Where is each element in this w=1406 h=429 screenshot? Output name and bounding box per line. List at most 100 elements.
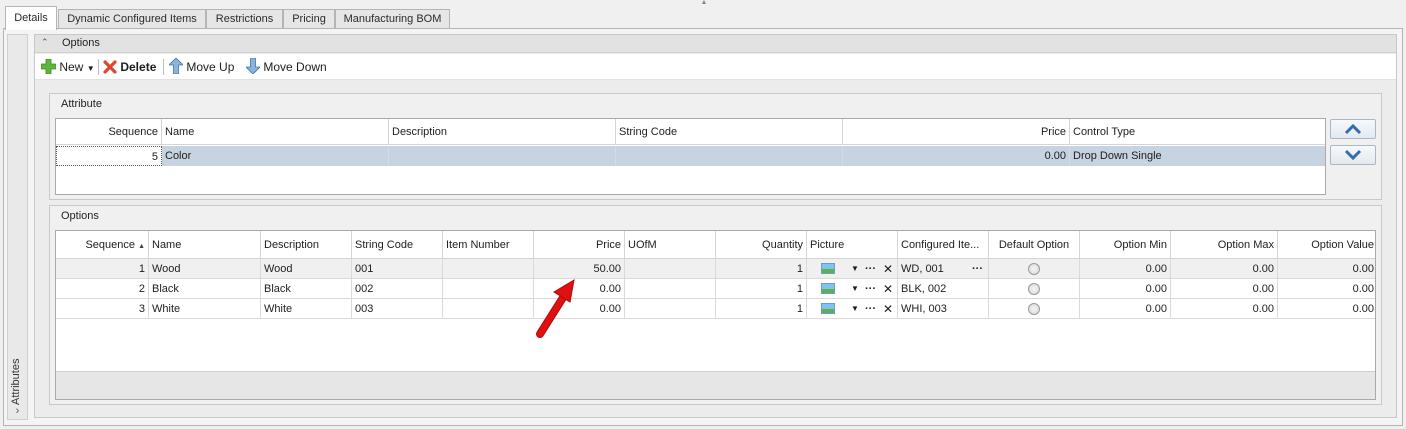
dropdown-arrow-icon[interactable]: ▼: [851, 259, 859, 278]
cell-sequence[interactable]: 1: [56, 259, 149, 278]
cell-price[interactable]: 0.00: [843, 146, 1070, 166]
col-option-value[interactable]: Option Value: [1278, 231, 1375, 258]
cell-sequence[interactable]: 5: [56, 146, 162, 166]
ellipsis-icon[interactable]: ···: [865, 299, 876, 318]
col-picture[interactable]: Picture: [807, 231, 898, 258]
cell-string-code[interactable]: [616, 146, 843, 166]
cell-name[interactable]: Color: [162, 146, 389, 166]
cell-configured-item[interactable]: WHI, 003: [898, 299, 989, 318]
cell-item-number[interactable]: [443, 279, 534, 298]
cell-control-type[interactable]: Drop Down Single: [1070, 146, 1325, 166]
table-row[interactable]: 5 Color 0.00 Drop Down Single: [56, 146, 1325, 166]
cell-option-max[interactable]: 0.00: [1171, 299, 1278, 318]
col-sequence[interactable]: Sequence ▲: [56, 231, 149, 258]
cell-option-value[interactable]: 0.00: [1278, 259, 1375, 278]
cell-quantity[interactable]: 1: [716, 259, 807, 278]
default-option-radio[interactable]: [1028, 263, 1040, 275]
cell-uofm[interactable]: [625, 299, 716, 318]
tab-pricing[interactable]: Pricing: [283, 9, 335, 29]
cell-item-number[interactable]: [443, 259, 534, 278]
clear-x-icon[interactable]: ✕: [883, 299, 893, 318]
dropdown-arrow-icon[interactable]: ▼: [851, 299, 859, 318]
cell-option-min[interactable]: 0.00: [1080, 279, 1171, 298]
cell-uofm[interactable]: [625, 259, 716, 278]
table-row[interactable]: 3 White White 003 0.00 1 ▼ ··· ✕ WHI, 00…: [56, 299, 1375, 319]
cell-option-min[interactable]: 0.00: [1080, 259, 1171, 278]
clear-x-icon[interactable]: ✕: [883, 259, 893, 278]
col-quantity[interactable]: Quantity: [716, 231, 807, 258]
col-string-code[interactable]: String Code: [616, 119, 843, 144]
dropdown-arrow-icon[interactable]: ▼: [87, 64, 95, 73]
collapse-caret-icon[interactable]: ⌃: [41, 37, 49, 48]
cell-name[interactable]: Black: [149, 279, 261, 298]
attributes-side-label[interactable]: Attributes: [10, 345, 25, 405]
clear-x-icon[interactable]: ✕: [883, 279, 893, 298]
tab-manufacturing-bom[interactable]: Manufacturing BOM: [335, 9, 450, 29]
cell-configured-item[interactable]: WD, 001 ···: [898, 259, 989, 278]
cell-option-min[interactable]: 0.00: [1080, 299, 1171, 318]
cell-sequence[interactable]: 2: [56, 279, 149, 298]
delete-button[interactable]: Delete: [103, 58, 156, 76]
cell-sequence[interactable]: 3: [56, 299, 149, 318]
cell-description[interactable]: White: [261, 299, 352, 318]
cell-default-option[interactable]: [989, 299, 1080, 318]
new-button[interactable]: New ▼: [40, 58, 95, 76]
col-control-type[interactable]: Control Type: [1070, 119, 1325, 144]
default-option-radio[interactable]: [1028, 303, 1040, 315]
cell-item-number[interactable]: [443, 299, 534, 318]
move-attribute-down-button[interactable]: [1330, 145, 1376, 165]
move-attribute-up-button[interactable]: [1330, 119, 1376, 139]
move-down-button[interactable]: Move Down: [245, 57, 327, 76]
col-option-min[interactable]: Option Min: [1080, 231, 1171, 258]
dropdown-arrow-icon[interactable]: ▼: [851, 279, 859, 298]
col-item-number[interactable]: Item Number: [443, 231, 534, 258]
col-configured-item[interactable]: Configured Ite...: [898, 231, 989, 258]
tab-restrictions[interactable]: Restrictions: [206, 9, 283, 29]
picture-thumbnail-icon[interactable]: [821, 263, 835, 274]
cell-string-code[interactable]: 003: [352, 299, 443, 318]
attributes-side-panel[interactable]: Attributes ›: [7, 34, 28, 420]
cell-string-code[interactable]: 002: [352, 279, 443, 298]
expand-chevron-icon[interactable]: ›: [10, 405, 25, 419]
col-option-max[interactable]: Option Max: [1171, 231, 1278, 258]
ellipsis-icon[interactable]: ···: [865, 259, 876, 278]
cell-quantity[interactable]: 1: [716, 279, 807, 298]
picture-thumbnail-icon[interactable]: [821, 303, 835, 314]
cell-default-option[interactable]: [989, 279, 1080, 298]
tab-details[interactable]: Details: [5, 6, 57, 30]
cell-default-option[interactable]: [989, 259, 1080, 278]
ellipsis-icon[interactable]: ···: [972, 259, 983, 278]
tab-dynamic-configured-items[interactable]: Dynamic Configured Items: [58, 9, 206, 29]
col-name[interactable]: Name: [162, 119, 389, 144]
cell-option-max[interactable]: 0.00: [1171, 279, 1278, 298]
cell-configured-item[interactable]: BLK, 002: [898, 279, 989, 298]
cell-picture[interactable]: ▼ ··· ✕: [807, 299, 898, 318]
cell-description[interactable]: Black: [261, 279, 352, 298]
col-default-option[interactable]: Default Option: [989, 231, 1080, 258]
default-option-radio[interactable]: [1028, 283, 1040, 295]
cell-name[interactable]: White: [149, 299, 261, 318]
cell-description[interactable]: Wood: [261, 259, 352, 278]
col-sequence[interactable]: Sequence: [56, 119, 162, 144]
cell-option-max[interactable]: 0.00: [1171, 259, 1278, 278]
col-string-code[interactable]: String Code: [352, 231, 443, 258]
col-description[interactable]: Description: [389, 119, 616, 144]
cell-uofm[interactable]: [625, 279, 716, 298]
cell-picture[interactable]: ▼ ··· ✕: [807, 279, 898, 298]
col-name[interactable]: Name: [149, 231, 261, 258]
cell-string-code[interactable]: 001: [352, 259, 443, 278]
move-up-button[interactable]: Move Up: [168, 57, 234, 76]
table-row[interactable]: 1 Wood Wood 001 50.00 1 ▼ ··· ✕ WD, 001 …: [56, 259, 1375, 279]
col-description[interactable]: Description: [261, 231, 352, 258]
ellipsis-icon[interactable]: ···: [865, 279, 876, 298]
cell-quantity[interactable]: 1: [716, 299, 807, 318]
table-row[interactable]: 2 Black Black 002 0.00 1 ▼ ··· ✕ BLK, 00…: [56, 279, 1375, 299]
cell-picture[interactable]: ▼ ··· ✕: [807, 259, 898, 278]
picture-thumbnail-icon[interactable]: [821, 283, 835, 294]
col-uofm[interactable]: UOfM: [625, 231, 716, 258]
col-price[interactable]: Price: [534, 231, 625, 258]
cell-option-value[interactable]: 0.00: [1278, 279, 1375, 298]
cell-name[interactable]: Wood: [149, 259, 261, 278]
cell-description[interactable]: [389, 146, 616, 166]
cell-option-value[interactable]: 0.00: [1278, 299, 1375, 318]
